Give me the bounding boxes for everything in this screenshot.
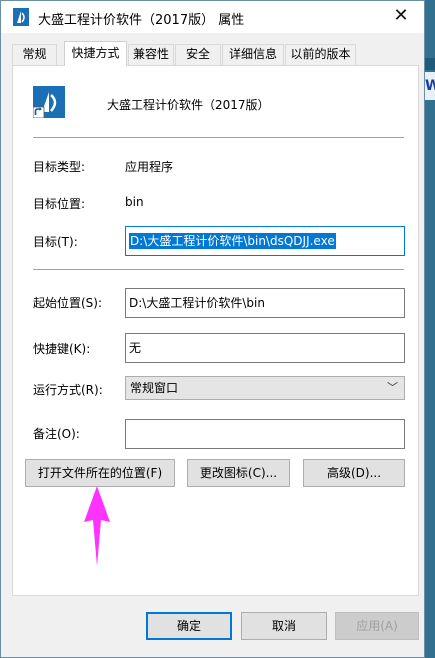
properties-dialog: 大盛工程计价软件（2017版） 属性 ✕ 常规 快捷方式 兼容性 安全 详细信息…	[0, 0, 425, 658]
shortcut-panel: 大盛工程计价软件（2017版） 目标类型: 应用程序 目标位置: bin 目标(…	[12, 65, 419, 596]
run-select-value: 常规窗口	[130, 381, 179, 395]
apply-button[interactable]: 应用(A)	[335, 612, 419, 640]
tab-general[interactable]: 常规	[12, 44, 57, 65]
target-location-label: 目标位置:	[33, 197, 86, 211]
divider	[33, 137, 404, 138]
app-name: 大盛工程计价软件（2017版）	[107, 98, 270, 112]
hotkey-label: 快捷键(K):	[33, 342, 91, 356]
divider	[33, 269, 404, 270]
target-location-value: bin	[125, 195, 144, 209]
target-type-value: 应用程序	[125, 160, 174, 174]
app-shortcut-icon	[33, 86, 65, 118]
window-title: 大盛工程计价软件（2017版） 属性	[38, 13, 245, 28]
tab-shortcut[interactable]: 快捷方式	[64, 41, 127, 66]
start-in-field[interactable]: D:\大盛工程计价软件\bin	[125, 288, 405, 318]
comment-field[interactable]	[125, 419, 405, 449]
ok-button[interactable]: 确定	[146, 612, 232, 640]
tab-previous-versions[interactable]: 以前的版本	[285, 44, 356, 65]
advanced-button[interactable]: 高级(D)...	[303, 459, 405, 487]
tab-compatibility[interactable]: 兼容性	[128, 44, 174, 65]
change-icon-button[interactable]: 更改图标(C)...	[187, 459, 290, 487]
target-label: 目标(T):	[33, 235, 78, 249]
annotation-arrow-icon	[84, 486, 110, 566]
title-bar[interactable]: 大盛工程计价软件（2017版） 属性 ✕	[1, 1, 424, 33]
start-in-label: 起始位置(S):	[33, 296, 103, 310]
cancel-button[interactable]: 取消	[241, 612, 327, 640]
close-icon: ✕	[393, 5, 409, 26]
open-file-location-button[interactable]: 打开文件所在的位置(F)	[25, 459, 175, 487]
target-field[interactable]: D:\大盛工程计价软件\bin\dsQDJJ.exe	[125, 226, 405, 256]
target-type-label: 目标类型:	[33, 160, 86, 174]
comment-label: 备注(O):	[33, 427, 80, 441]
run-label: 运行方式(R):	[33, 383, 103, 397]
tab-security[interactable]: 安全	[175, 44, 221, 65]
chevron-down-icon: ﹀	[387, 381, 398, 394]
app-icon	[13, 8, 29, 26]
desktop-icon-fragment	[425, 58, 435, 70]
tab-details[interactable]: 详细信息	[222, 44, 284, 65]
hotkey-field[interactable]: 无	[125, 333, 405, 363]
tab-strip: 常规 快捷方式 兼容性 安全 详细信息 以前的版本	[12, 41, 414, 66]
desktop-right-edge: W	[425, 0, 435, 658]
target-value: D:\大盛工程计价软件\bin\dsQDJJ.exe	[129, 233, 336, 249]
close-button[interactable]: ✕	[378, 1, 424, 33]
word-app-icon[interactable]: W	[425, 72, 435, 100]
run-select[interactable]: 常规窗口 ﹀	[125, 376, 405, 400]
